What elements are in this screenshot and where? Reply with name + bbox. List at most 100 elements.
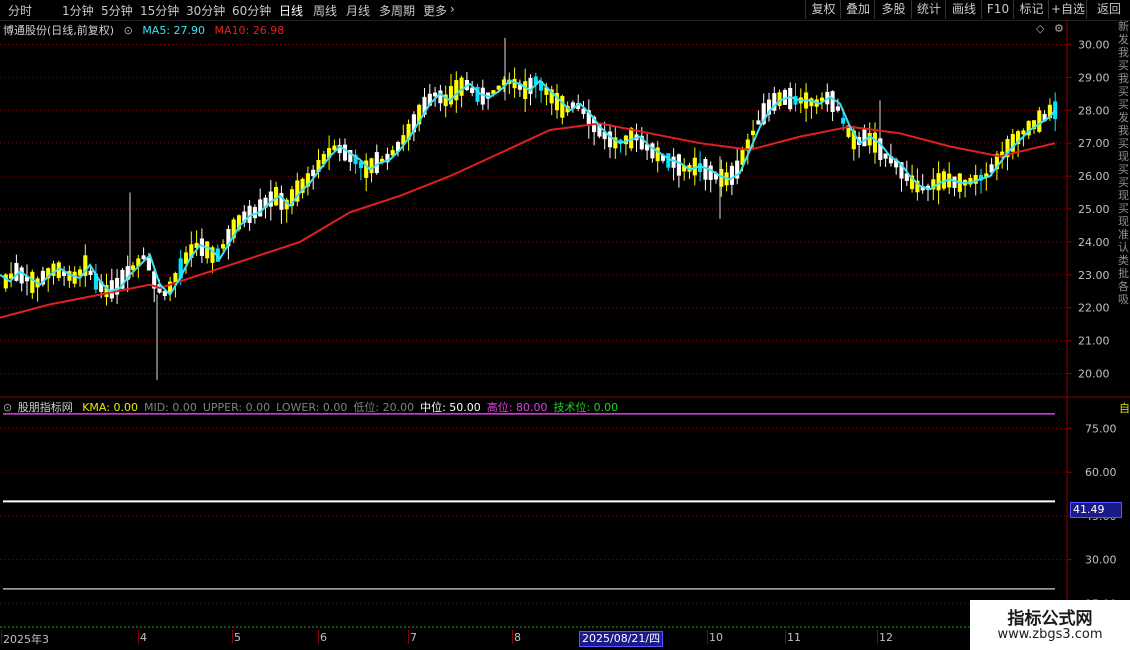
period-tab-1[interactable]: 1分钟 bbox=[62, 2, 94, 19]
period-tab-2[interactable]: 5分钟 bbox=[101, 2, 133, 19]
date-tick-label: 7 bbox=[410, 631, 417, 644]
toolbar-button-4[interactable]: 画线 bbox=[945, 0, 982, 19]
date-tick bbox=[138, 630, 139, 644]
date-tick-label: 5 bbox=[234, 631, 241, 644]
date-tick-label: 10 bbox=[709, 631, 723, 644]
date-tick-label: 4 bbox=[140, 631, 147, 644]
indicator-chart[interactable]: 75.0060.0045.0030.0015.00 bbox=[0, 398, 1130, 630]
date-tick-label: 8 bbox=[514, 631, 521, 644]
indicator-item-6: 高位: 80.00 bbox=[486, 401, 548, 414]
ma10-label: MA10: bbox=[214, 24, 250, 37]
toolbar-button-2[interactable]: 多股 bbox=[874, 0, 912, 19]
period-tab-4[interactable]: 30分钟 bbox=[186, 2, 225, 19]
candle-body bbox=[830, 91, 835, 112]
period-tab-10[interactable]: 更多 bbox=[423, 2, 447, 19]
period-tab-7[interactable]: 周线 bbox=[313, 2, 337, 19]
stock-title: 博通股份(日线,前复权) bbox=[3, 24, 115, 37]
date-tick bbox=[877, 630, 878, 644]
more-chevron-icon[interactable]: › bbox=[450, 2, 455, 16]
candle-body bbox=[433, 92, 438, 97]
period-tab-8[interactable]: 月线 bbox=[346, 2, 370, 19]
watermark-url: www.zbgs3.com bbox=[997, 627, 1103, 642]
candle-body bbox=[274, 186, 279, 206]
cursor-date-label: 2025/08/21/四 bbox=[579, 631, 664, 647]
candlestick-chart[interactable]: 30.00 29.00 28.00 27.00 26.00 25.00 24.00 23.00… bbox=[0, 20, 1130, 398]
candle-body bbox=[311, 169, 316, 177]
candle-body bbox=[342, 144, 348, 161]
candle-body bbox=[205, 241, 210, 259]
candle-body bbox=[438, 90, 443, 104]
toolbar-button-3[interactable]: 统计 bbox=[911, 0, 946, 19]
indicator-item-0: KMA: 0.00 bbox=[82, 401, 138, 414]
diamond-icon[interactable]: ◇ bbox=[1036, 22, 1044, 35]
indicator-legend: ⊙ 股朋指标网 KMA: 0.00 MID: 0.00 UPPER: 0.00 LOW… bbox=[3, 399, 624, 415]
price-tick-label: 21.00 bbox=[1078, 335, 1110, 348]
toolbar-button-1[interactable]: 叠加 bbox=[840, 0, 875, 19]
candle-body bbox=[523, 81, 528, 100]
toolbar-button-0[interactable]: 复权 bbox=[805, 0, 841, 19]
ma10-value: 26.98 bbox=[252, 24, 285, 37]
indicator-tick-label: 75.00 bbox=[1085, 422, 1117, 435]
date-tick-label: 6 bbox=[320, 631, 327, 644]
candle-body bbox=[14, 262, 19, 281]
candle-body bbox=[729, 165, 734, 185]
candle-body bbox=[835, 106, 840, 111]
period-toolbar: 分时 1分钟 5分钟 15分钟 30分钟 60分钟 日线 周线 月线 多周期 更多 › 复权 叠加 多股统… bbox=[0, 0, 1130, 21]
price-tick-label: 25.00 bbox=[1078, 203, 1110, 216]
candle-body bbox=[560, 95, 565, 118]
candle-body bbox=[1037, 110, 1042, 132]
candle-body bbox=[841, 117, 846, 124]
settings-circle-icon[interactable]: ⊙ bbox=[124, 24, 133, 37]
price-tick-label: 24.00 bbox=[1078, 236, 1110, 249]
candle-body bbox=[459, 77, 464, 96]
period-tab-0[interactable]: 分时 bbox=[8, 2, 32, 19]
candle-body bbox=[708, 165, 713, 180]
price-tick-label: 27.00 bbox=[1078, 137, 1110, 150]
date-tick bbox=[232, 630, 233, 644]
price-tick-label: 28.00 bbox=[1078, 104, 1110, 117]
period-tab-9[interactable]: 多周期 bbox=[379, 2, 415, 19]
side-strip-top-text: 新发我买我买买发我买现买买现买现 准认 类 批 各 吸 bbox=[1118, 20, 1129, 306]
period-tab-6[interactable]: 日线 bbox=[279, 2, 303, 19]
indicator-item-2: UPPER: 0.00 bbox=[202, 401, 271, 414]
candle-body bbox=[258, 199, 263, 217]
period-tab-5[interactable]: 60分钟 bbox=[232, 2, 271, 19]
candle-body bbox=[756, 120, 761, 125]
indicator-item-7: 技术位: 0.00 bbox=[553, 401, 619, 414]
candle-body bbox=[676, 154, 681, 176]
indicator-item-5: 中位: 50.00 bbox=[420, 401, 481, 414]
indicator-item-1: MID: 0.00 bbox=[143, 401, 197, 414]
candle-body bbox=[496, 85, 501, 90]
candle-body bbox=[146, 258, 151, 271]
ma5-line bbox=[0, 79, 1056, 297]
candle-body bbox=[88, 270, 93, 275]
indicator-item-4: 低位: 20.00 bbox=[353, 401, 415, 414]
indicator-name: 股朋指标网 bbox=[17, 401, 73, 414]
candle-body bbox=[862, 128, 867, 147]
period-tab-3[interactable]: 15分钟 bbox=[140, 2, 179, 19]
candle-body bbox=[751, 130, 756, 136]
settings-icon[interactable]: ⚙ bbox=[1054, 22, 1064, 35]
indicator-settings-icon[interactable]: ⊙ bbox=[3, 401, 12, 414]
date-tick bbox=[785, 630, 786, 644]
date-tick-label: 11 bbox=[787, 631, 801, 644]
toolbar-button-5[interactable]: F10 bbox=[981, 0, 1014, 19]
toolbar-button-6[interactable]: 标记 bbox=[1013, 0, 1049, 19]
toolbar-button-8[interactable]: 返回 bbox=[1086, 0, 1130, 19]
watermark-title: 指标公式网 bbox=[1007, 609, 1093, 629]
date-tick-label: 12 bbox=[879, 631, 893, 644]
candle-body bbox=[221, 244, 226, 249]
candle-body bbox=[650, 143, 655, 159]
price-tick-label: 26.00 bbox=[1078, 170, 1110, 183]
cursor-value-label: 41.49 bbox=[1070, 502, 1122, 518]
candle-body bbox=[883, 153, 888, 159]
price-tick-label: 30.00 bbox=[1078, 38, 1110, 51]
ma10-line bbox=[0, 122, 1056, 319]
watermark: 指标公式网 www.zbgs3.com bbox=[970, 600, 1130, 650]
price-tick-label: 23.00 bbox=[1078, 269, 1110, 282]
date-tick-label: 2025年3 bbox=[3, 633, 49, 646]
indicator-tick-label: 30.00 bbox=[1085, 554, 1117, 567]
candle-body bbox=[454, 80, 459, 101]
date-tick bbox=[512, 630, 513, 644]
toolbar-button-7[interactable]: +自选 bbox=[1048, 0, 1087, 19]
